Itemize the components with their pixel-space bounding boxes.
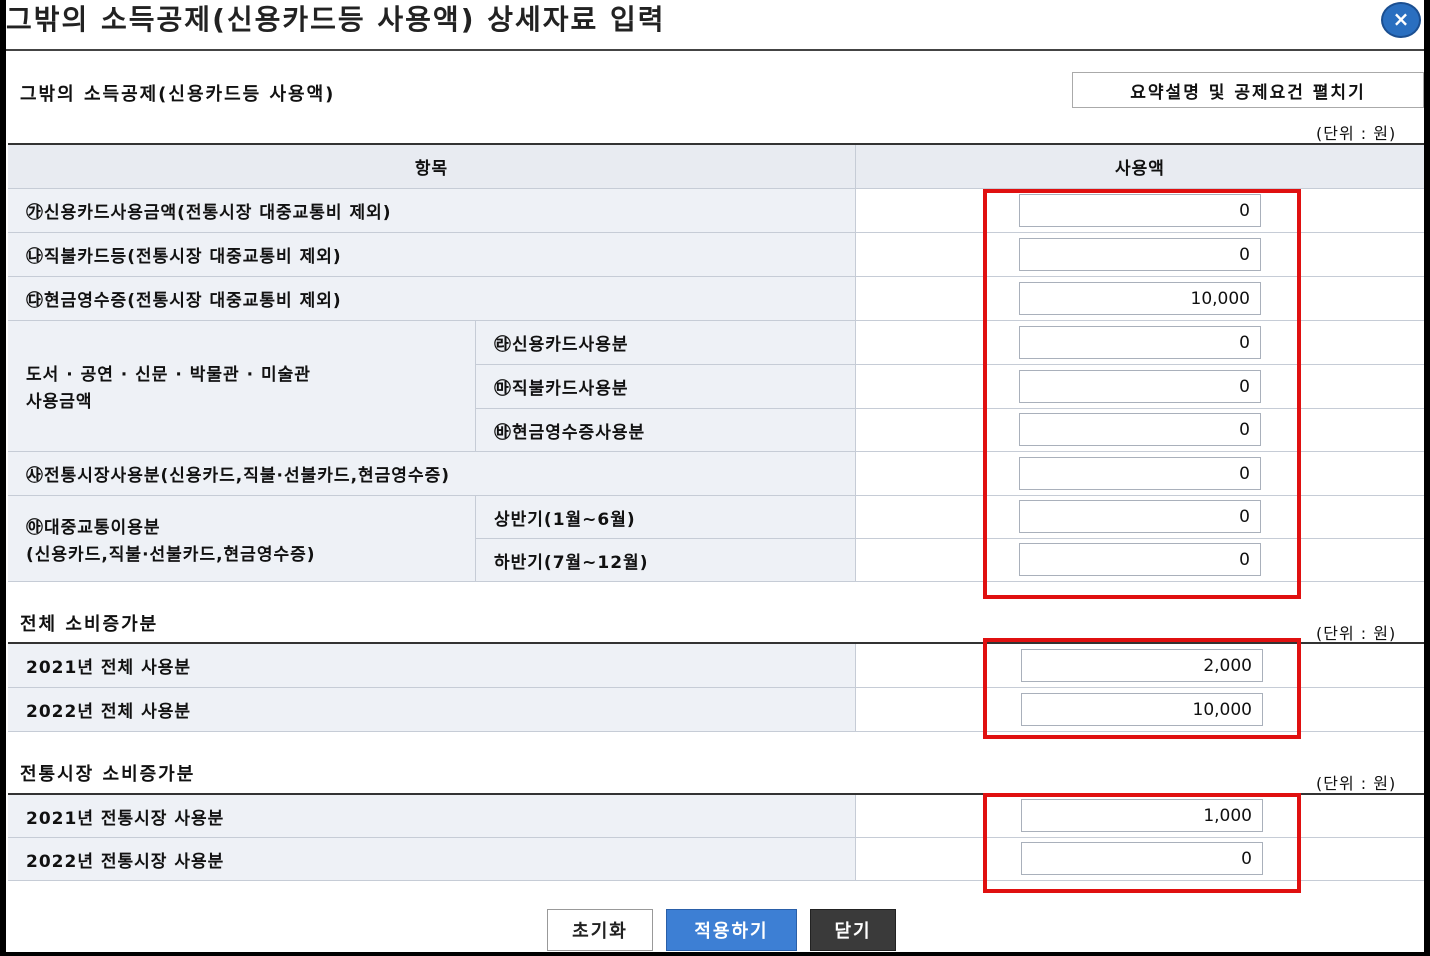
unit-label: (단위 : 원) bbox=[1316, 624, 1397, 643]
row-group-transit: ㉵대중교통이용분 (신용카드,직불·선불카드,현금영수증) bbox=[8, 496, 476, 582]
section-title-card-usage: 그밖의 소득공제(신용카드등 사용액) bbox=[20, 84, 336, 105]
row-label-cash-receipt: ㉰현금영수증(전통시장 대중교통비 제외) bbox=[8, 277, 856, 321]
group-transit-line1: ㉵대중교통이용분 bbox=[26, 517, 161, 538]
reset-button[interactable]: 초기화 bbox=[547, 909, 653, 951]
highlight-box bbox=[983, 793, 1301, 893]
close-button[interactable]: 닫기 bbox=[810, 909, 896, 951]
row-label-traditional-market: ㉴전통시장사용분(신용카드,직불·선불카드,현금영수증) bbox=[8, 452, 856, 496]
row-label-debit-card: ㉯직불카드등(전통시장 대중교통비 제외) bbox=[8, 233, 856, 277]
column-header-amount: 사용액 bbox=[856, 145, 1424, 189]
section-title-total-increase: 전체 소비증가분 bbox=[20, 614, 159, 635]
row-label-2022-total: 2022년 전체 사용분 bbox=[8, 688, 856, 732]
row-label-2022-market: 2022년 전통시장 사용분 bbox=[8, 838, 856, 881]
group-culture-line2: 사용금액 bbox=[26, 392, 93, 412]
section-title-market-increase: 전통시장 소비증가분 bbox=[20, 764, 196, 785]
dialog-title: 그밖의 소득공제(신용카드등 사용액) 상세자료 입력 bbox=[6, 3, 666, 36]
row-group-culture: 도서 · 공연 · 신문 · 박물관 · 미술관 사용금액 bbox=[8, 321, 476, 452]
apply-button[interactable]: 적용하기 bbox=[666, 909, 797, 951]
title-bar: 그밖의 소득공제(신용카드등 사용액) 상세자료 입력 × bbox=[6, 0, 1424, 51]
row-label-culture-credit: ㉱신용카드사용분 bbox=[476, 321, 856, 365]
highlight-box bbox=[983, 638, 1301, 739]
unit-label: (단위 : 원) bbox=[1316, 124, 1397, 143]
row-label-transit-h1: 상반기(1월~6월) bbox=[476, 496, 856, 539]
row-label-2021-market: 2021년 전통시장 사용분 bbox=[8, 795, 856, 838]
unit-label: (단위 : 원) bbox=[1316, 774, 1397, 793]
expand-summary-button[interactable]: 요약설명 및 공제요건 펼치기 bbox=[1072, 72, 1424, 108]
group-culture-line1: 도서 · 공연 · 신문 · 박물관 · 미술관 bbox=[26, 365, 311, 385]
close-icon[interactable]: × bbox=[1381, 2, 1421, 38]
dialog: 그밖의 소득공제(신용카드등 사용액) 상세자료 입력 × 그밖의 소득공제(신… bbox=[6, 0, 1424, 952]
row-label-credit-card: ㉮신용카드사용금액(전통시장 대중교통비 제외) bbox=[8, 189, 856, 233]
highlight-box bbox=[983, 189, 1301, 599]
row-label-culture-debit: ㉲직불카드사용분 bbox=[476, 365, 856, 409]
row-label-culture-cash: ㉳현금영수증사용분 bbox=[476, 409, 856, 452]
row-label-2021-total: 2021년 전체 사용분 bbox=[8, 644, 856, 688]
group-transit-line2: (신용카드,직불·선불카드,현금영수증) bbox=[26, 544, 316, 565]
column-header-item: 항목 bbox=[8, 145, 856, 189]
row-label-transit-h2: 하반기(7월~12월) bbox=[476, 539, 856, 582]
